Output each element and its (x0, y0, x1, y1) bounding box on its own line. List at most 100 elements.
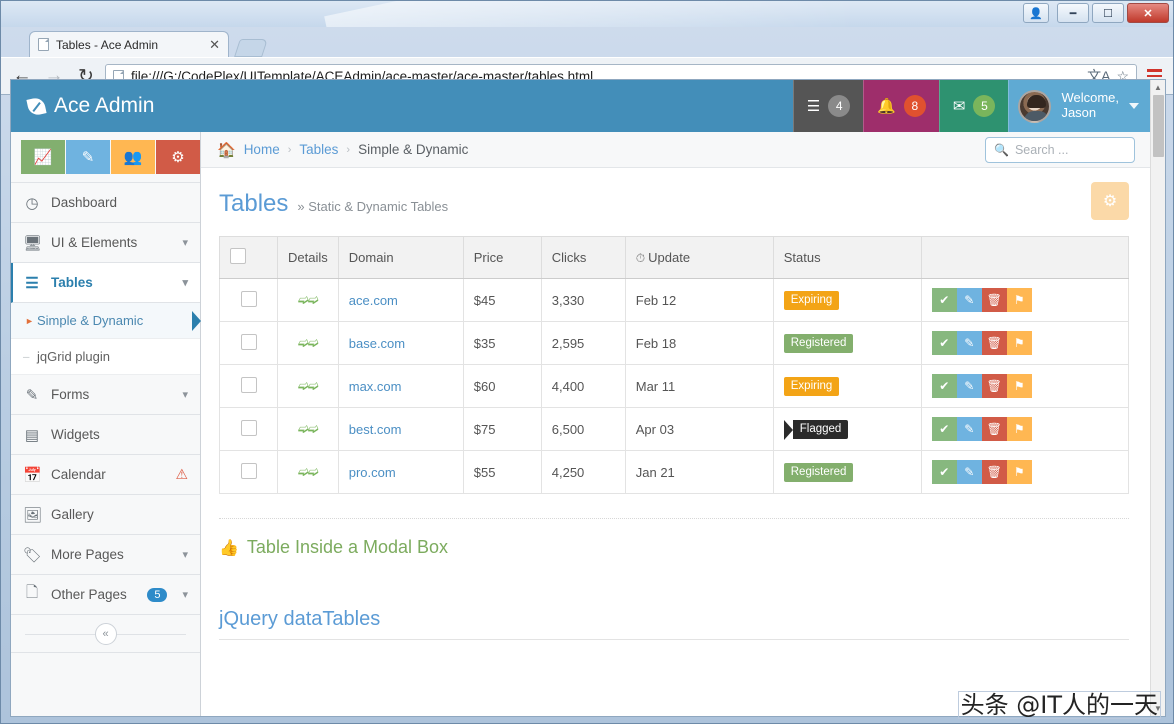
sidebar-item-label: Tables (51, 275, 172, 290)
row-checkbox[interactable] (241, 463, 257, 479)
sidebar-item-gallery[interactable]: 🖼 Gallery (11, 495, 200, 535)
expand-details-icon[interactable]: ➫➫ (298, 292, 318, 307)
row-actions-cell: ✔ ✎ 🗑 ⚑ (921, 279, 1128, 322)
flag-action[interactable]: ⚑ (1007, 374, 1032, 398)
users-shortcut[interactable]: 👥 (111, 140, 155, 174)
section-divider (219, 518, 1129, 519)
home-icon[interactable]: 🏠 (217, 141, 236, 159)
approve-action[interactable]: ✔ (932, 374, 957, 398)
domain-link[interactable]: ace.com (349, 293, 398, 308)
table-row[interactable]: ➫➫ pro.com $55 4,250 Jan 21 Registered ✔ (220, 451, 1129, 494)
settings-shortcut[interactable]: ⚙ (156, 140, 200, 174)
sidebar-item-simple-dynamic[interactable]: ► Simple & Dynamic (11, 303, 200, 339)
table-row[interactable]: ➫➫ ace.com $45 3,330 Feb 12 Expiring ✔ (220, 279, 1129, 322)
window-minimize-button[interactable]: ━ (1057, 3, 1089, 23)
approve-action[interactable]: ✔ (932, 460, 957, 484)
welcome-line1: Welcome, (1061, 90, 1119, 105)
page-scrollbar[interactable]: ▲ ▼ (1150, 80, 1165, 716)
expand-details-icon[interactable]: ➫➫ (298, 335, 318, 350)
scroll-up-icon[interactable]: ▲ (1151, 80, 1165, 95)
flag-action[interactable]: ⚑ (1007, 417, 1032, 441)
delete-action[interactable]: 🗑 (982, 374, 1007, 398)
window-close-button[interactable]: ✕ (1127, 3, 1169, 23)
edit-action[interactable]: ✎ (957, 460, 982, 484)
table-row[interactable]: ➫➫ base.com $35 2,595 Feb 18 Registered … (220, 322, 1129, 365)
calendar-icon: 📅 (23, 466, 41, 484)
row-clicks-cell: 4,250 (541, 451, 625, 494)
app-navbar: Ace Admin ☰ 4 🔔 8 ✉ 5 We (11, 80, 1150, 132)
chart-shortcut[interactable]: 📈 (21, 140, 65, 174)
row-actions-cell: ✔ ✎ 🗑 ⚑ (921, 322, 1128, 365)
sidebar-item-jqgrid-plugin[interactable]: ─ jqGrid plugin (11, 339, 200, 375)
sidebar-item-more-pages[interactable]: 🏷 More Pages ▾ (11, 535, 200, 575)
sidebar-item-label: Other Pages (51, 587, 137, 602)
scrollbar-thumb[interactable] (1153, 95, 1164, 157)
expand-details-icon[interactable]: ➫➫ (298, 464, 318, 479)
new-tab-button[interactable] (234, 39, 268, 57)
row-checkbox[interactable] (241, 291, 257, 307)
flag-action[interactable]: ⚑ (1007, 331, 1032, 355)
table-row[interactable]: ➫➫ max.com $60 4,400 Mar 11 Expiring ✔ (220, 365, 1129, 408)
navbar-tasks[interactable]: ☰ 4 (793, 80, 863, 132)
approve-action[interactable]: ✔ (932, 331, 957, 355)
edit-action[interactable]: ✎ (957, 331, 982, 355)
column-clicks[interactable]: Clicks (541, 237, 625, 279)
delete-action[interactable]: 🗑 (982, 288, 1007, 312)
breadcrumb-tables[interactable]: Tables (299, 142, 338, 157)
edit-action[interactable]: ✎ (957, 374, 982, 398)
flag-action[interactable]: ⚑ (1007, 288, 1032, 312)
domain-link[interactable]: best.com (349, 422, 402, 437)
app-brand[interactable]: Ace Admin (11, 80, 201, 132)
edit-shortcut[interactable]: ✎ (66, 140, 110, 174)
window-user-button[interactable]: 👤 (1023, 3, 1049, 23)
expand-details-icon[interactable]: ➫➫ (298, 421, 318, 436)
navbar-mail[interactable]: ✉ 5 (939, 80, 1009, 132)
select-all-checkbox[interactable] (230, 248, 246, 264)
close-icon[interactable]: ✕ (209, 37, 220, 53)
page-viewport: Ace Admin ☰ 4 🔔 8 ✉ 5 We (10, 79, 1166, 717)
column-update[interactable]: ⏱Update (625, 237, 773, 279)
domain-link[interactable]: max.com (349, 379, 402, 394)
row-checkbox[interactable] (241, 420, 257, 436)
scroll-down-icon[interactable]: ▼ (1151, 701, 1165, 716)
status-badge: Expiring (784, 377, 840, 396)
flag-action[interactable]: ⚑ (1007, 460, 1032, 484)
row-action-group: ✔ ✎ 🗑 ⚑ (932, 460, 1118, 484)
table-row[interactable]: ➫➫ best.com $75 6,500 Apr 03 Flagged ✔ (220, 408, 1129, 451)
approve-action[interactable]: ✔ (932, 417, 957, 441)
browser-tab[interactable]: Tables - Ace Admin ✕ (29, 31, 229, 57)
sidebar-item-dashboard[interactable]: ◷ Dashboard (11, 183, 200, 223)
row-checkbox[interactable] (241, 334, 257, 350)
navbar-notifications[interactable]: 🔔 8 (863, 80, 939, 132)
edit-action[interactable]: ✎ (957, 288, 982, 312)
domain-link[interactable]: base.com (349, 336, 405, 351)
delete-action[interactable]: 🗑 (982, 331, 1007, 355)
sidebar-item-forms[interactable]: ✎ Forms ▾ (11, 375, 200, 415)
delete-action[interactable]: 🗑 (982, 417, 1007, 441)
column-status[interactable]: Status (773, 237, 921, 279)
row-domain-cell: max.com (338, 365, 463, 408)
approve-action[interactable]: ✔ (932, 288, 957, 312)
search-input[interactable]: 🔍 Search ... (985, 137, 1135, 163)
datatables-section-heading: jQuery dataTables (219, 608, 1129, 631)
sidebar-item-widgets[interactable]: ▤ Widgets (11, 415, 200, 455)
collapse-sidebar-button[interactable]: « (95, 623, 117, 645)
row-clicks-cell: 3,330 (541, 279, 625, 322)
delete-action[interactable]: 🗑 (982, 460, 1007, 484)
column-price[interactable]: Price (463, 237, 541, 279)
navbar-user-menu[interactable]: Welcome, Jason (1008, 80, 1150, 132)
domain-link[interactable]: pro.com (349, 465, 396, 480)
window-maximize-button[interactable]: ☐ (1092, 3, 1124, 23)
row-checkbox[interactable] (241, 377, 257, 393)
column-details[interactable]: Details (278, 237, 339, 279)
expand-details-icon[interactable]: ➫➫ (298, 378, 318, 393)
sidebar-item-other-pages[interactable]: 🗋 Other Pages 5 ▾ (11, 575, 200, 615)
edit-action[interactable]: ✎ (957, 417, 982, 441)
sidebar-item-tables[interactable]: ☰ Tables ▾ (11, 263, 200, 303)
breadcrumb: 🏠 Home › Tables › Simple & Dynamic 🔍 Sea… (201, 132, 1150, 168)
sidebar-item-ui-elements[interactable]: 🖥 UI & Elements ▾ (11, 223, 200, 263)
settings-gear-button[interactable]: ⚙ (1091, 182, 1129, 220)
breadcrumb-home[interactable]: Home (244, 142, 280, 157)
column-domain[interactable]: Domain (338, 237, 463, 279)
sidebar-item-calendar[interactable]: 📅 Calendar ⚠ (11, 455, 200, 495)
